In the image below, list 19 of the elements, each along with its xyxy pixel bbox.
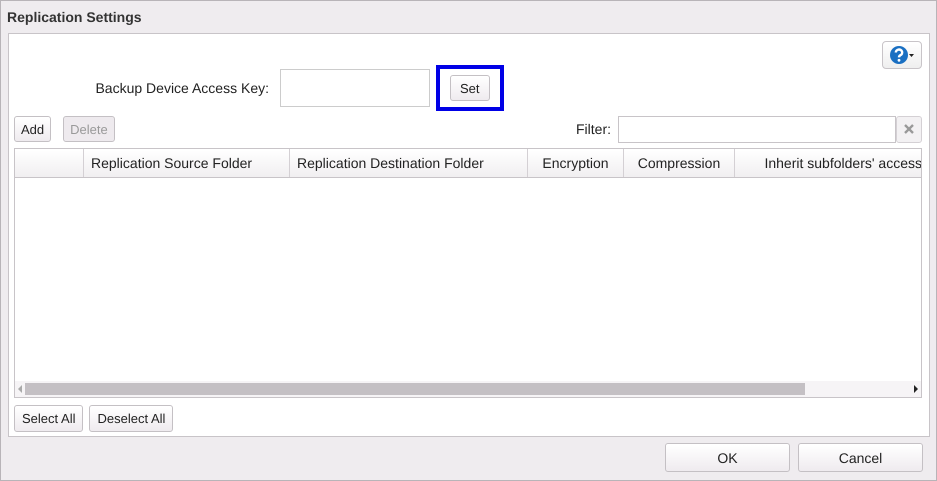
ok-button[interactable]: OK (665, 443, 790, 472)
filter-label: Filter: (576, 121, 611, 137)
select-all-button[interactable]: Select All (14, 405, 84, 432)
horizontal-scrollbar[interactable] (15, 381, 921, 397)
column-header[interactable]: Replication Source Folder (84, 149, 290, 177)
close-icon (904, 124, 914, 134)
window-title: Replication Settings (6, 8, 143, 27)
column-header[interactable]: Replication Destination Folder (290, 149, 528, 177)
column-header[interactable]: Compression (624, 149, 735, 177)
cancel-button[interactable]: Cancel (798, 443, 923, 472)
set-button[interactable]: Set (450, 75, 490, 101)
filter-field[interactable] (618, 116, 896, 142)
access-key-field[interactable] (280, 69, 430, 107)
access-key-label: Backup Device Access Key: (94, 80, 269, 96)
deselect-all-button[interactable]: Deselect All (89, 405, 174, 432)
help-button[interactable] (882, 41, 922, 69)
add-button[interactable]: Add (14, 116, 52, 142)
clear-button[interactable] (896, 116, 922, 142)
column-header[interactable]: Encryption (528, 149, 624, 177)
